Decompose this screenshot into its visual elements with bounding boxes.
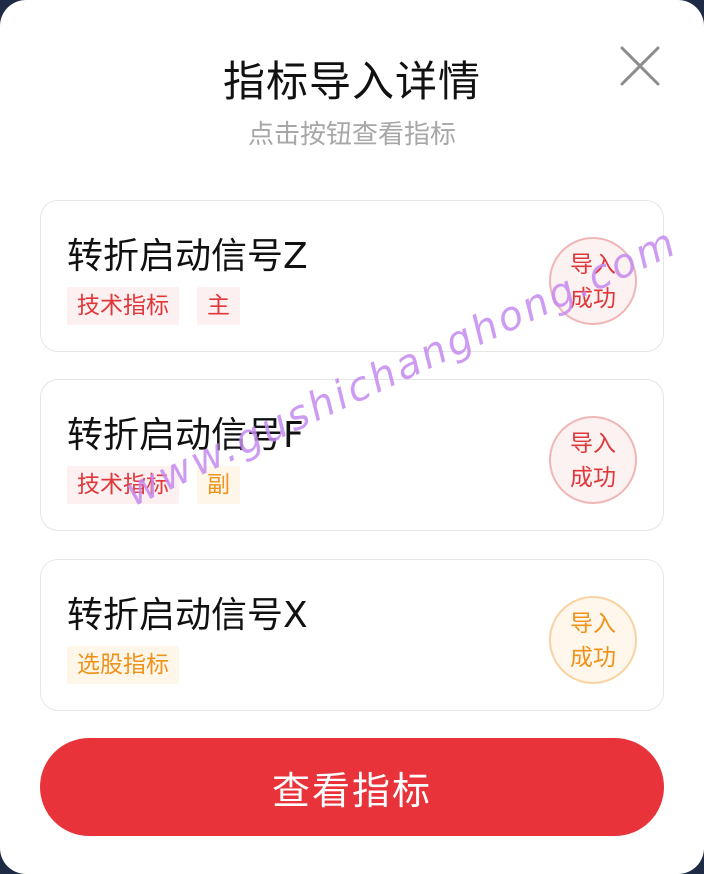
indicator-name: 转折启动信号X [67,595,308,636]
stamp-line2: 成功 [570,465,616,491]
indicator-tags: 技术指标 副 [67,466,258,504]
indicator-card-f[interactable]: 转折启动信号F 技术指标 副 导入 成功 [40,379,664,531]
view-indicators-button[interactable]: 查看指标 [40,738,664,836]
import-success-stamp: 导入 成功 [549,416,637,504]
dialog-subtitle: 点击按钮查看指标 [247,120,456,150]
tag-stock-selection-indicator: 选股指标 [67,646,179,684]
stamp-line1: 导入 [570,611,616,637]
indicator-import-dialog: 指标导入详情 点击按钮查看指标 转折启动信号Z 技术指标 主 导入 成功 转折启… [0,0,704,874]
tag-technical-indicator: 技术指标 [67,466,179,504]
indicator-tags: 选股指标 [67,646,197,684]
stamp-line1: 导入 [570,431,616,457]
stamp-line2: 成功 [570,286,616,312]
stamp-line1: 导入 [570,252,616,278]
indicator-card-z[interactable]: 转折启动信号Z 技术指标 主 导入 成功 [40,200,664,352]
tag-main: 主 [197,287,240,325]
stamp-line2: 成功 [570,645,616,671]
indicator-name: 转折启动信号Z [67,236,308,277]
indicator-card-x[interactable]: 转折启动信号X 选股指标 导入 成功 [40,559,664,711]
indicator-name: 转折启动信号F [67,415,304,456]
dialog-title: 指标导入详情 [222,57,481,106]
tag-secondary: 副 [197,466,240,504]
tag-technical-indicator: 技术指标 [67,287,179,325]
import-success-stamp: 导入 成功 [549,237,637,325]
indicator-tags: 技术指标 主 [67,287,258,325]
import-success-stamp: 导入 成功 [549,596,637,684]
